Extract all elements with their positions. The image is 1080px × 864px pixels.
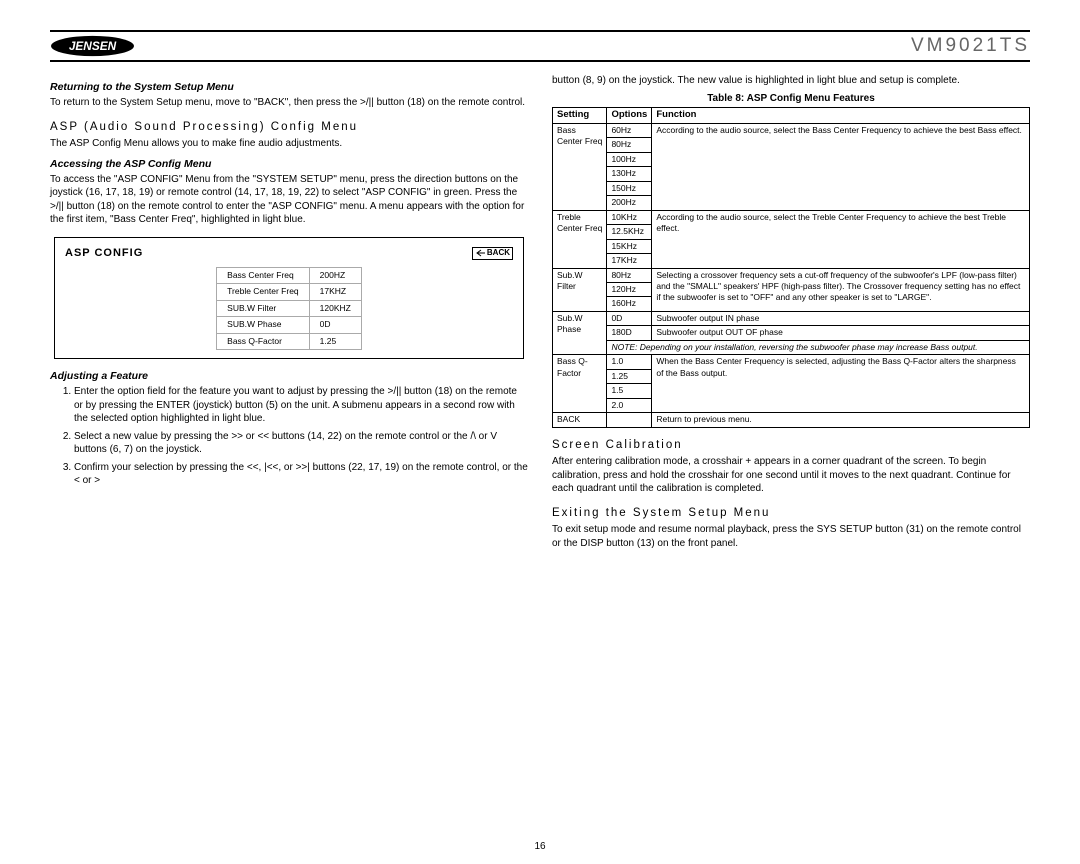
exit-text: To exit setup mode and resume normal pla… xyxy=(552,523,1030,550)
table-row: Sub.W Phase0DSubwoofer output IN phase xyxy=(553,311,1030,325)
content-columns: Returning to the System Setup Menu To re… xyxy=(50,74,1030,554)
asp-back-button: BACK xyxy=(472,247,513,260)
table-row: Treble Center Freq17KHZ xyxy=(217,284,362,300)
table-row: 180DSubwoofer output OUT OF phase xyxy=(553,326,1030,340)
table-row: Sub.W Filter80HzSelecting a crossover fr… xyxy=(553,268,1030,282)
table-row: Bass Q-Factor1.0When the Bass Center Fre… xyxy=(553,355,1030,369)
list-item: Select a new value by pressing the >> or… xyxy=(74,430,528,457)
page-number: 16 xyxy=(0,841,1080,852)
table-row: SUB.W Phase0D xyxy=(217,317,362,333)
list-item: Confirm your selection by pressing the <… xyxy=(74,461,528,488)
asp-back-label: BACK xyxy=(487,248,510,259)
manual-page: JENSEN VM9021TS Returning to the System … xyxy=(0,30,1080,864)
table-row: SUB.W Filter120KHZ xyxy=(217,300,362,316)
adjust-heading: Adjusting a Feature xyxy=(50,369,528,383)
table-caption: Table 8: ASP Config Menu Features xyxy=(552,92,1030,106)
th-function: Function xyxy=(652,108,1030,124)
asp-config-box: ASP CONFIG BACK Bass Center Freq200HZ Tr… xyxy=(54,237,524,359)
svg-text:JENSEN: JENSEN xyxy=(69,39,117,53)
header-band: JENSEN VM9021TS xyxy=(50,30,1030,62)
th-setting: Setting xyxy=(553,108,607,124)
table-row: Bass Center Freq200HZ xyxy=(217,267,362,283)
model-number: VM9021TS xyxy=(911,35,1030,57)
cont-text: button (8, 9) on the joystick. The new v… xyxy=(552,74,1030,88)
features-table: Setting Options Function Bass Center Fre… xyxy=(552,107,1030,428)
table-row: Bass Q-Factor1.25 xyxy=(217,333,362,349)
adjust-steps-list: Enter the option field for the feature y… xyxy=(50,385,528,488)
screen-cal-text: After entering calibration mode, a cross… xyxy=(552,455,1030,496)
jensen-logo: JENSEN xyxy=(50,35,135,57)
table-row: Bass Center Freq60HzAccording to the aud… xyxy=(553,123,1030,137)
return-heading: Returning to the System Setup Menu xyxy=(50,80,528,94)
access-heading: Accessing the ASP Config Menu xyxy=(50,157,528,171)
exit-heading: Exiting the System Setup Menu xyxy=(552,506,1030,522)
asp-menu-table: Bass Center Freq200HZ Treble Center Freq… xyxy=(216,267,362,350)
asp-box-title: ASP CONFIG xyxy=(65,246,143,261)
table-row: BACKReturn to previous menu. xyxy=(553,413,1030,427)
asp-heading: ASP (Audio Sound Processing) Config Menu xyxy=(50,120,528,136)
list-item: Enter the option field for the feature y… xyxy=(74,385,528,426)
access-text: To access the "ASP CONFIG" Menu from the… xyxy=(50,173,528,227)
table-row: Treble Center Freq10KHzAccording to the … xyxy=(553,210,1030,224)
left-column: Returning to the System Setup Menu To re… xyxy=(50,74,528,554)
return-text: To return to the System Setup menu, move… xyxy=(50,96,528,110)
table-header-row: Setting Options Function xyxy=(553,108,1030,124)
asp-intro: The ASP Config Menu allows you to make f… xyxy=(50,137,528,151)
screen-cal-heading: Screen Calibration xyxy=(552,438,1030,454)
table-row: NOTE: Depending on your installation, re… xyxy=(553,340,1030,354)
back-arrow-icon xyxy=(475,249,485,257)
right-column: button (8, 9) on the joystick. The new v… xyxy=(552,74,1030,554)
th-options: Options xyxy=(607,108,652,124)
